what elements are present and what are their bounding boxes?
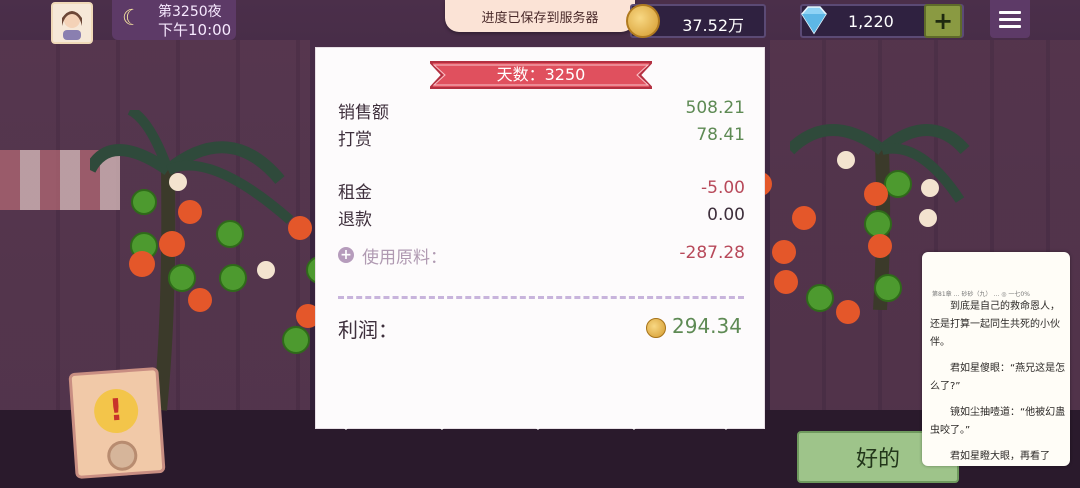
save-toast: 进度已保存到服务器 [445,0,635,32]
reader-line: 虫咬了。” [930,425,971,436]
sales-label: 销售额 [338,103,389,123]
coin-amount: 37.52万 [682,16,744,35]
menu-icon-bar [999,24,1021,28]
menu-icon-bar [999,17,1021,21]
clock-time: 下午10:00 [158,21,232,39]
profit-value: 294.34 [672,314,742,338]
tips-value: 78.41 [696,125,745,145]
reader-line: 到底是自己的救命恩人， [950,301,1060,312]
night-counter: 第3250夜 [158,4,222,20]
card-token-icon [106,439,139,472]
reader-chapter-header: 第81章 … 砂砂（九） … ◎ 一七0% [932,291,1030,298]
rent-value: -5.00 [701,178,745,198]
tips-label: 打赏 [338,130,372,150]
reader-line: 么了?” [930,381,961,392]
reader-line: 还是打算一起同生共死的小伙 [930,319,1060,330]
day-banner-label: 天数：3250 [430,58,652,92]
alert-card[interactable]: ! [68,366,166,480]
expand-materials-icon[interactable]: + [338,247,354,263]
coin-icon [626,4,660,38]
reader-line: 镜如尘抽噎道：“他被幻蛊 [950,407,1066,418]
materials-value: -287.28 [679,243,745,263]
add-gems-button[interactable]: + [924,4,962,38]
moon-icon: ☾ [122,6,142,31]
profit-label: 利润： [338,318,398,342]
reader-line: 君如星傻眼：“燕兄这是怎 [950,363,1066,374]
coin-icon [646,318,666,338]
reader-line: 君如星瞪大眼，再看了 [950,451,1050,462]
day-time-badge: ☾ 第3250夜 下午10:00 [112,0,236,40]
gem-amount: 1,220 [848,12,894,31]
player-avatar[interactable] [51,2,93,44]
receipt-torn-edge [316,404,764,430]
exclamation-icon: ! [92,387,140,435]
diamond-icon [801,6,827,35]
refund-label: 退款 [338,210,372,230]
reader-line: 伴。 [930,337,950,348]
sales-value: 508.21 [685,98,745,118]
day-banner-text: 天数：3250 [496,65,586,84]
reader-overlay[interactable]: 第81章 … 砂砂（九） … ◎ 一七0% 到底是自己的救命恩人， 还是打算一起… [922,252,1070,466]
materials-label: 使用原料： [362,248,447,268]
coin-balance: 37.52万 [626,4,766,38]
refund-value: 0.00 [707,205,745,225]
rent-label: 租金 [338,183,372,203]
receipt-divider [338,296,744,299]
avatar-icon [62,11,82,40]
menu-icon-bar [999,10,1021,14]
menu-button[interactable] [990,0,1030,38]
